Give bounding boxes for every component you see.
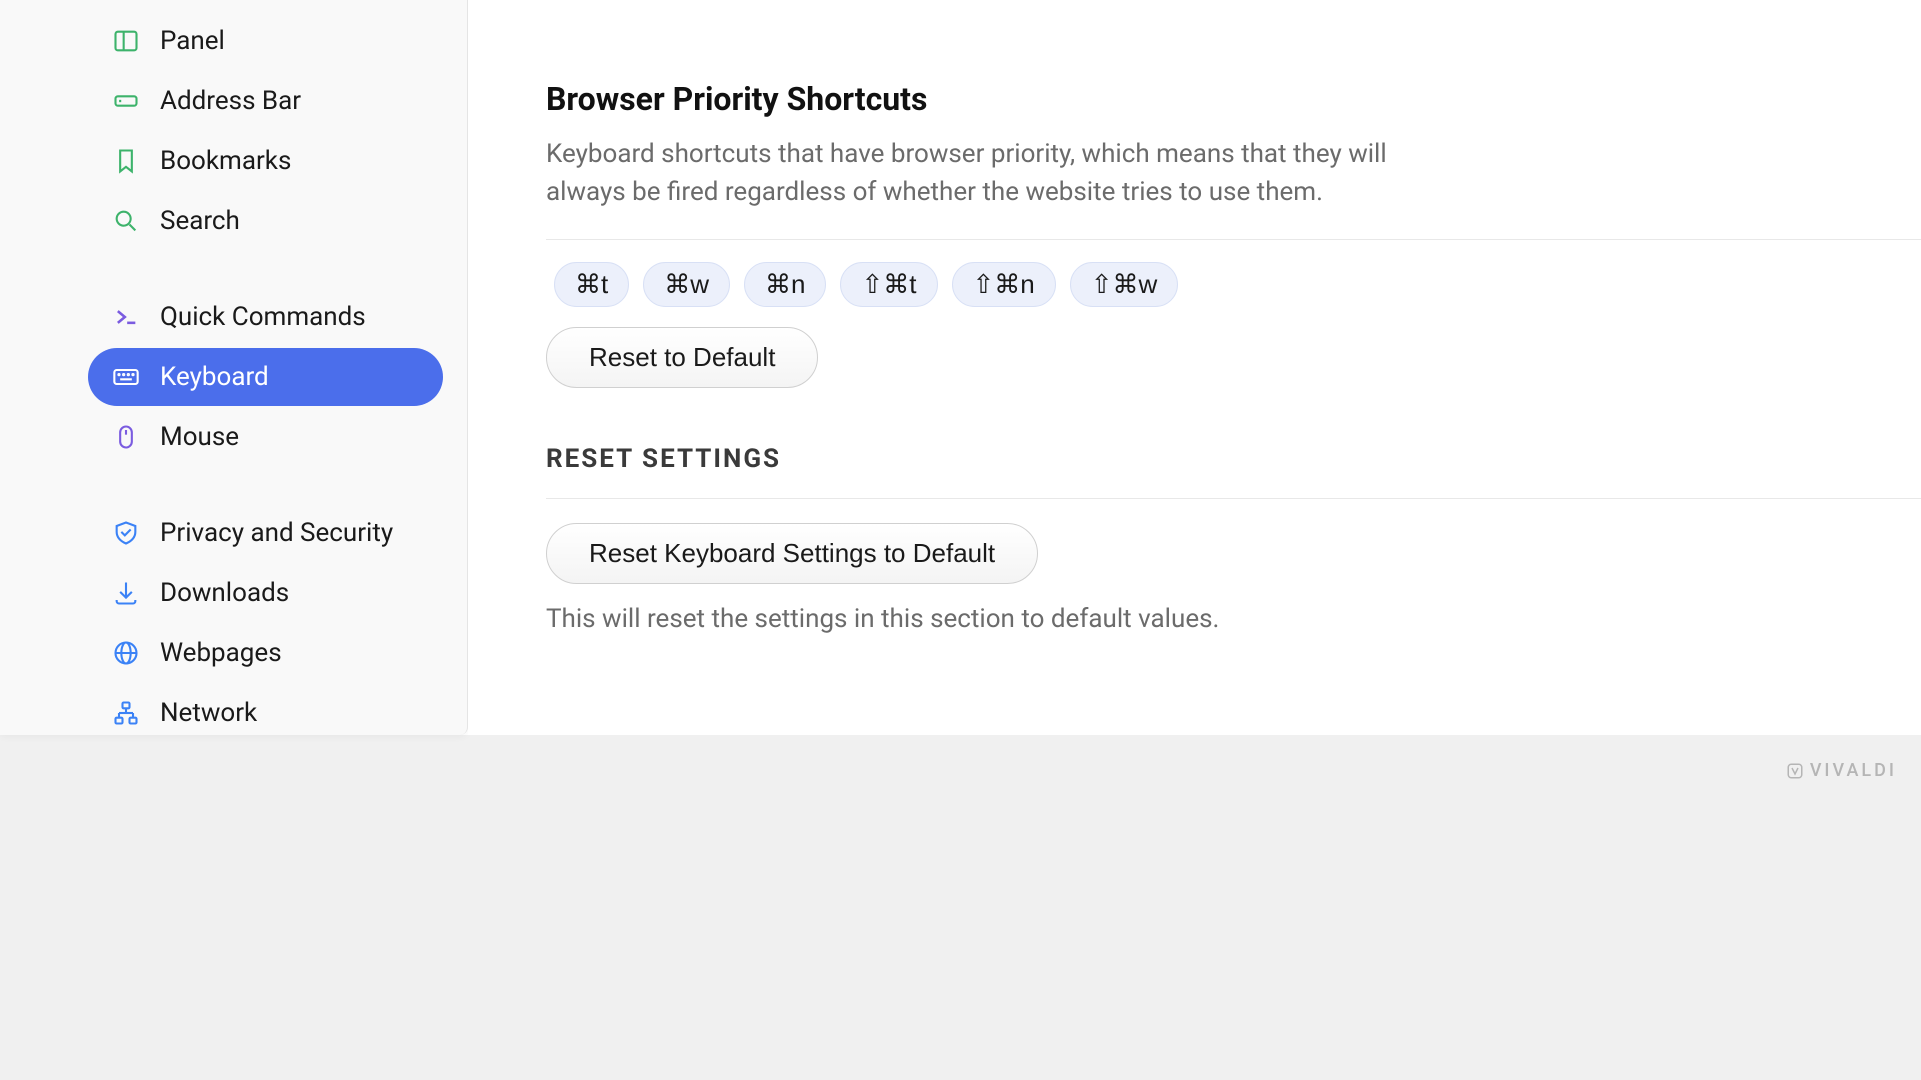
shortcut-chip[interactable]: ⇧⌘n [952,262,1056,307]
sidebar-label: Mouse [160,422,239,452]
reset-settings-desc: This will reset the settings in this sec… [546,604,1921,634]
sidebar-item-network[interactable]: Network [88,684,443,742]
shortcuts-row: ⌘t ⌘w ⌘n ⇧⌘t ⇧⌘n ⇧⌘w [546,239,1921,307]
sidebar-label: Keyboard [160,362,269,392]
settings-content: Browser Priority Shortcuts Keyboard shor… [468,0,1921,735]
shield-icon [110,517,142,549]
keyboard-icon [110,361,142,393]
sidebar-item-quick-commands[interactable]: Quick Commands [88,288,443,346]
sidebar-label: Network [160,698,257,728]
vivaldi-brand: VIVALDI [1786,760,1897,781]
sidebar-label: Quick Commands [160,302,366,332]
shortcut-chip[interactable]: ⌘n [744,262,826,307]
sidebar-item-downloads[interactable]: Downloads [88,564,443,622]
sidebar-item-keyboard[interactable]: Keyboard [88,348,443,406]
address-bar-icon [110,85,142,117]
sidebar-item-webpages[interactable]: Webpages [88,624,443,682]
sidebar-label: Bookmarks [160,146,291,176]
shortcut-chip[interactable]: ⇧⌘t [840,262,937,307]
reset-keyboard-button[interactable]: Reset Keyboard Settings to Default [546,523,1038,584]
quick-commands-icon [110,301,142,333]
sidebar-label: Webpages [160,638,282,668]
brand-text: VIVALDI [1810,760,1897,781]
reset-settings-heading: RESET SETTINGS [546,444,1921,499]
sidebar-item-bookmarks[interactable]: Bookmarks [88,132,443,190]
sidebar-item-mouse[interactable]: Mouse [88,408,443,466]
reset-priority-button[interactable]: Reset to Default [546,327,818,388]
search-icon [110,205,142,237]
sidebar-label: Downloads [160,578,289,608]
sidebar-item-address-bar[interactable]: Address Bar [88,72,443,130]
sidebar-label: Search [160,206,240,236]
panel-icon [110,25,142,57]
sidebar-label: Privacy and Security [160,518,393,548]
shortcut-chip[interactable]: ⌘w [643,262,730,307]
download-icon [110,577,142,609]
globe-icon [110,637,142,669]
priority-shortcuts-desc: Keyboard shortcuts that have browser pri… [546,136,1446,211]
mouse-icon [110,421,142,453]
sidebar-label: Panel [160,26,225,56]
sidebar-item-privacy[interactable]: Privacy and Security [88,504,443,562]
priority-shortcuts-title: Browser Priority Shortcuts [546,80,1921,118]
sidebar-label: Address Bar [160,86,301,116]
sidebar-item-panel[interactable]: Panel [88,12,443,70]
shortcut-chip[interactable]: ⌘t [554,262,629,307]
settings-sidebar: Panel Address Bar Bookmarks Search [0,0,468,735]
network-icon [110,697,142,729]
sidebar-item-search[interactable]: Search [88,192,443,250]
shortcut-chip[interactable]: ⇧⌘w [1070,262,1179,307]
bookmark-icon [110,145,142,177]
